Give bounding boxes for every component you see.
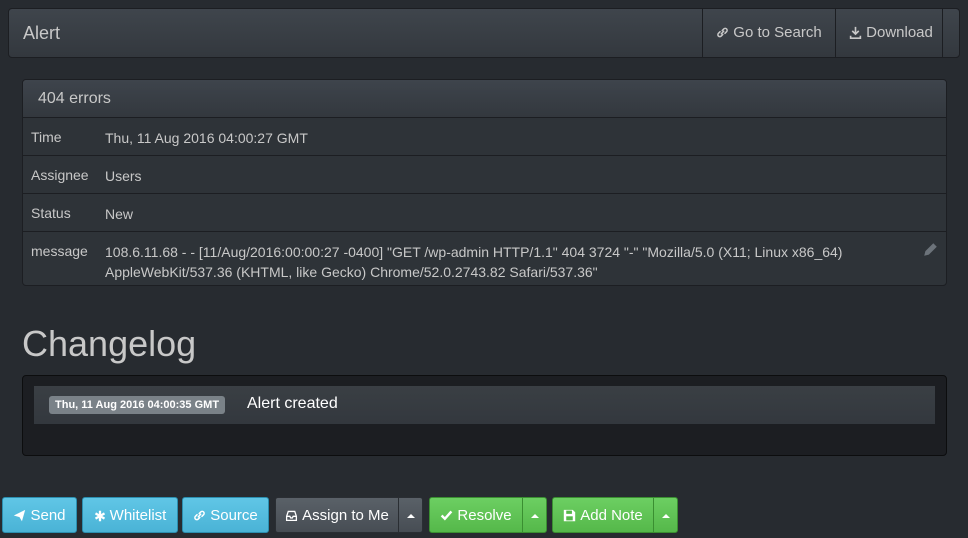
timestamp-badge: Thu, 11 Aug 2016 04:00:35 GMT bbox=[49, 396, 226, 414]
changelog-entry-text: Alert created bbox=[247, 395, 338, 412]
field-row-assignee: Assignee Users bbox=[23, 156, 946, 194]
alert-detail-panel: 404 errors Time Thu, 11 Aug 2016 04:00:2… bbox=[22, 79, 947, 286]
caret-up-icon bbox=[530, 514, 539, 518]
field-value: New bbox=[105, 206, 134, 222]
pencil-icon[interactable] bbox=[923, 242, 938, 257]
source-button[interactable]: Source bbox=[182, 497, 269, 533]
go-to-search-button[interactable]: Go to Search bbox=[702, 9, 835, 57]
resolve-label: Resolve bbox=[457, 507, 512, 524]
link-icon bbox=[717, 27, 729, 38]
add-note-button[interactable]: Add Note bbox=[552, 497, 654, 533]
field-value: Users bbox=[105, 168, 142, 184]
download-icon bbox=[849, 26, 862, 39]
resolve-dropdown-toggle[interactable] bbox=[522, 497, 547, 533]
whitelist-button[interactable]: Whitelist bbox=[82, 497, 178, 533]
page-title: Alert bbox=[23, 23, 61, 43]
add-note-dropdown-toggle[interactable] bbox=[653, 497, 678, 533]
source-label: Source bbox=[210, 507, 258, 524]
field-label: Status bbox=[31, 205, 71, 221]
check-icon bbox=[441, 510, 453, 521]
message-line: 108.6.11.68 - - [11/Aug/2016:00:00:27 -0… bbox=[105, 244, 843, 260]
action-bar: Send Whitelist Source Assign to Me Resol… bbox=[0, 490, 968, 538]
save-icon bbox=[564, 509, 576, 522]
field-row-message: message 108.6.11.68 - - [11/Aug/2016:00:… bbox=[23, 232, 946, 285]
link-icon bbox=[194, 510, 206, 521]
changelog-heading: Changelog bbox=[22, 323, 197, 364]
send-button[interactable]: Send bbox=[2, 497, 77, 533]
download-label: Download bbox=[866, 24, 933, 41]
field-row-status: Status New bbox=[23, 194, 946, 232]
message-line: AppleWebKit/537.36 (KHTML, like Gecko) C… bbox=[105, 264, 598, 280]
navbar-end-divider bbox=[942, 9, 959, 57]
field-value: 108.6.11.68 - - [11/Aug/2016:00:00:27 -0… bbox=[105, 242, 845, 282]
whitelist-label: Whitelist bbox=[109, 507, 167, 524]
assign-to-me-label: Assign to Me bbox=[302, 507, 389, 524]
inbox-icon bbox=[286, 510, 298, 522]
field-label: Assignee bbox=[31, 167, 89, 183]
alert-title: 404 errors bbox=[23, 80, 946, 118]
send-label: Send bbox=[30, 507, 66, 524]
add-note-label: Add Note bbox=[580, 507, 643, 524]
field-label: message bbox=[31, 243, 88, 259]
resolve-button[interactable]: Resolve bbox=[429, 497, 523, 533]
go-to-search-label: Go to Search bbox=[733, 24, 822, 41]
download-button[interactable]: Download bbox=[835, 9, 946, 57]
asterisk-icon bbox=[94, 510, 105, 522]
field-value: Thu, 11 Aug 2016 04:00:27 GMT bbox=[105, 130, 308, 146]
assign-dropdown-toggle[interactable] bbox=[398, 497, 423, 533]
caret-up-icon bbox=[661, 514, 670, 518]
caret-up-icon bbox=[406, 514, 415, 518]
top-navbar: Alert Go to Search Download bbox=[8, 8, 960, 58]
changelog-well: Thu, 11 Aug 2016 04:00:35 GMT Alert crea… bbox=[22, 375, 947, 456]
field-label: Time bbox=[31, 129, 62, 145]
assign-to-me-button[interactable]: Assign to Me bbox=[275, 497, 399, 533]
send-icon bbox=[14, 509, 26, 522]
changelog-entry: Thu, 11 Aug 2016 04:00:35 GMT Alert crea… bbox=[33, 385, 936, 425]
field-row-time: Time Thu, 11 Aug 2016 04:00:27 GMT bbox=[23, 118, 946, 156]
